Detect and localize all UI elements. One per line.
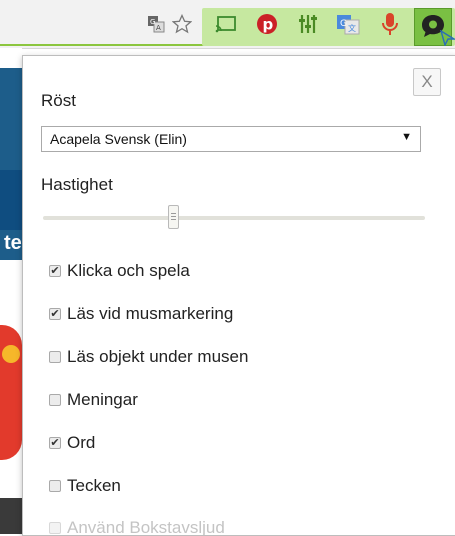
option-label: Läs vid musmarkering xyxy=(67,304,234,323)
option-row[interactable]: ✔ Klicka och spela xyxy=(49,261,190,281)
translate-icon[interactable]: GA xyxy=(145,12,167,36)
dropdown-arrow-icon: ▼ xyxy=(401,131,412,143)
checkbox-checked[interactable]: ✔ xyxy=(49,265,61,277)
speech-settings-popup: X Röst Acapela Svensk (Elin) ▼ Hastighet… xyxy=(22,55,455,536)
equalizer-icon[interactable] xyxy=(296,12,320,36)
close-button[interactable]: X xyxy=(413,68,441,96)
browser-toolbar: GA p G文 xyxy=(0,0,455,49)
svg-text:文: 文 xyxy=(348,23,356,33)
google-translate-icon[interactable]: G文 xyxy=(335,12,361,36)
option-row[interactable]: Läs objekt under musen xyxy=(49,347,248,367)
checkbox-unchecked[interactable] xyxy=(49,351,61,363)
option-label: Läs objekt under musen xyxy=(67,347,249,366)
bookmark-star-icon[interactable] xyxy=(170,12,194,36)
option-row[interactable]: ✔ Ord xyxy=(49,433,95,453)
voice-select[interactable]: Acapela Svensk (Elin) ▼ xyxy=(41,126,421,152)
option-row[interactable]: Meningar xyxy=(49,390,138,410)
checkbox-unchecked[interactable] xyxy=(49,480,61,492)
microphone-icon[interactable] xyxy=(378,12,402,36)
svg-text:G: G xyxy=(150,18,155,26)
option-label: Ord xyxy=(67,433,96,452)
pinterest-icon[interactable]: p xyxy=(254,12,280,36)
cursor-arrow-icon xyxy=(440,30,455,46)
speed-slider-track[interactable] xyxy=(43,216,425,220)
option-label: Meningar xyxy=(67,390,138,409)
checkbox-checked[interactable]: ✔ xyxy=(49,308,61,320)
option-label: Använd Bokstavsljud xyxy=(67,518,225,536)
svg-text:p: p xyxy=(263,16,274,34)
background-yellow-graphic xyxy=(2,345,20,363)
voice-select-value: Acapela Svensk (Elin) xyxy=(50,131,187,147)
checkbox-unchecked[interactable] xyxy=(49,522,61,534)
speed-label: Hastighet xyxy=(41,175,113,194)
option-row[interactable]: ✔ Läs vid musmarkering xyxy=(49,304,233,324)
option-row[interactable]: Använd Bokstavsljud xyxy=(49,518,225,536)
background-text-fragment: te xyxy=(4,232,22,254)
checkbox-checked[interactable]: ✔ xyxy=(49,437,61,449)
voice-label: Röst xyxy=(41,91,76,110)
svg-text:A: A xyxy=(156,24,161,32)
svg-text:G: G xyxy=(340,19,347,29)
option-label: Klicka och spela xyxy=(67,261,190,280)
option-row[interactable]: Tecken xyxy=(49,476,121,496)
cast-icon[interactable] xyxy=(213,12,239,36)
checkbox-unchecked[interactable] xyxy=(49,394,61,406)
background-banner-dark xyxy=(0,170,22,230)
option-label: Tecken xyxy=(67,476,121,495)
speed-slider-thumb[interactable] xyxy=(167,205,179,229)
background-dark-block xyxy=(0,498,22,534)
toolbar-accent-line xyxy=(0,44,205,46)
